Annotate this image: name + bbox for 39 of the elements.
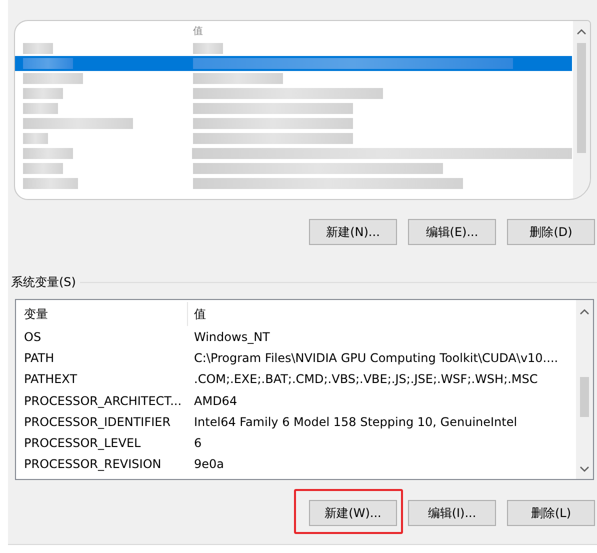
variable-value: AMD64 bbox=[193, 394, 238, 408]
variable-value: Intel64 Family 6 Model 158 Stepping 10, GenuineIntel bbox=[193, 414, 518, 429]
variable-value: Windows_NT bbox=[193, 330, 270, 344]
scroll-down-icon[interactable] bbox=[580, 466, 589, 472]
variable-name: PROCESSOR_LEVEL bbox=[23, 436, 142, 450]
blurred-text bbox=[23, 88, 63, 99]
group-label: 系统变量(S) bbox=[11, 274, 76, 291]
column-header[interactable]: 值 bbox=[188, 306, 206, 322]
variable-name: PROCESSOR_REVISION bbox=[23, 457, 162, 472]
variable-value: 6 bbox=[193, 436, 202, 450]
blurred-text bbox=[23, 58, 73, 69]
blurred-text bbox=[23, 133, 48, 144]
scroll-up-icon[interactable] bbox=[577, 29, 586, 35]
blurred-text bbox=[23, 73, 83, 84]
button[interactable]: 编辑(E)... bbox=[408, 219, 496, 245]
scrollbar-thumb[interactable] bbox=[580, 377, 589, 417]
variable-value: 9e0a bbox=[193, 457, 224, 472]
variable-name: OS bbox=[23, 330, 42, 344]
variable-name: PATH bbox=[23, 350, 56, 365]
blurred-text bbox=[193, 43, 223, 54]
variable-value: C:\Program Files\NVIDIA GPU Computing Toolkit\CUDA\v10.... bbox=[193, 350, 558, 365]
column-header[interactable]: 变量 bbox=[16, 302, 188, 326]
button[interactable]: 删除(L) bbox=[507, 500, 595, 526]
variable-value: .COM;.EXE;.BAT;.CMD;.VBS;.VBE;.JS;.JSE;.WSF;.WSH;.MSC bbox=[193, 372, 538, 386]
button[interactable]: 删除(D) bbox=[507, 219, 595, 245]
variable-name: PROCESSOR_IDENTIFIER bbox=[23, 414, 172, 429]
blurred-text bbox=[23, 103, 58, 114]
scrollbar-thumb[interactable] bbox=[577, 43, 586, 153]
variable-name: PROCESSOR_ARCHITECT... bbox=[23, 394, 183, 408]
blurred-text bbox=[23, 178, 78, 189]
button[interactable]: 新建(W)... bbox=[309, 500, 397, 526]
scroll-up-icon[interactable] bbox=[580, 309, 589, 315]
blurred-text bbox=[23, 43, 53, 54]
button[interactable]: 新建(N)... bbox=[309, 219, 397, 245]
blurred-text bbox=[23, 148, 73, 159]
column-header[interactable]: 值 bbox=[193, 24, 203, 38]
button[interactable]: 编辑(I)... bbox=[408, 500, 496, 526]
variable-name: PATHEXT bbox=[23, 372, 78, 386]
blurred-text bbox=[23, 163, 63, 174]
